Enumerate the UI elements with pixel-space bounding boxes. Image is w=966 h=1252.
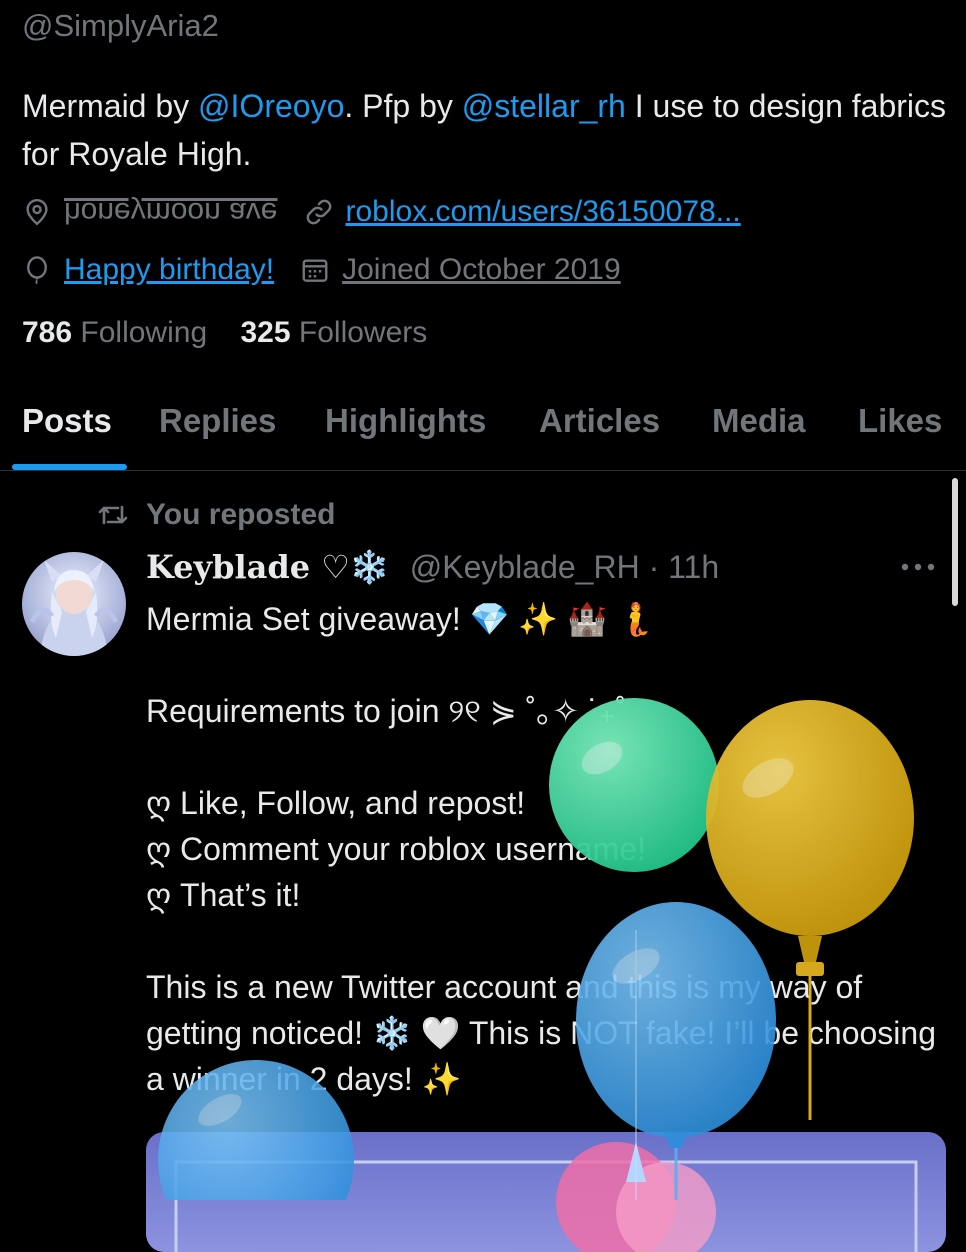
bio-text-1: Mermaid by (22, 88, 199, 124)
repost-label: You reposted (146, 498, 336, 531)
post-media[interactable] (146, 1132, 946, 1252)
tab-articles[interactable]: Articles (539, 402, 660, 440)
following-label: Following (80, 316, 208, 349)
bio-text-2: . Pfp by (344, 88, 462, 124)
profile-handle: @SimplyAria2 (22, 8, 219, 43)
location-text: honeymoon ave (64, 196, 278, 229)
joined-date: Joined October 2019 (342, 253, 621, 286)
tab-highlights[interactable]: Highlights (325, 402, 486, 440)
following-count: 786 (22, 316, 73, 349)
repost-indicator: You reposted (96, 498, 335, 532)
profile-meta-row-1: honeymoon ave roblox.com/users/36150078.… (22, 192, 767, 232)
author-handle-time[interactable]: @Keyblade_RH · 11h (410, 549, 719, 586)
bio-mention-1[interactable]: @IOreoyo (198, 88, 344, 124)
tab-likes[interactable]: Likes (858, 402, 942, 440)
followers-link[interactable]: 325 Followers (240, 316, 427, 349)
joined-item: Joined October 2019 (300, 253, 621, 287)
author-name[interactable]: Keyblade ♡❄️ (146, 548, 390, 586)
website-link[interactable]: roblox.com/users/36150078... (346, 195, 741, 229)
tab-media[interactable]: Media (712, 402, 806, 440)
followers-label: Followers (298, 316, 428, 349)
website-item[interactable]: roblox.com/users/36150078... (304, 195, 741, 229)
link-icon (304, 197, 334, 227)
calendar-icon (300, 255, 330, 285)
profile-counts: 786 Following 325 Followers (22, 316, 427, 350)
birthday-item[interactable]: Happy birthday! (22, 253, 274, 287)
post-text: Mermia Set giveaway! 💎 ✨ 🏰 🧜 Requirement… (146, 601, 936, 1097)
post-author-row: Keyblade ♡❄️ @Keyblade_RH · 11h (146, 548, 719, 586)
repost-icon (96, 501, 130, 529)
birthday-link[interactable]: Happy birthday! (64, 253, 274, 287)
location-item: honeymoon ave (22, 195, 278, 229)
tab-replies[interactable]: Replies (159, 402, 276, 440)
profile-meta-row-2: Happy birthday! Joined October 2019 (22, 250, 647, 290)
active-tab-indicator (12, 464, 127, 470)
post-avatar[interactable] (22, 552, 126, 656)
balloon-icon (22, 255, 52, 285)
location-icon (22, 197, 52, 227)
following-link[interactable]: 786 Following (22, 316, 207, 349)
profile-tabs: Posts Replies Highlights Articles Media … (0, 392, 966, 471)
bio-mention-2[interactable]: @stellar_rh (462, 88, 626, 124)
more-icon[interactable] (898, 560, 938, 572)
scrollbar[interactable] (952, 478, 958, 606)
followers-count: 325 (240, 316, 291, 349)
tab-posts[interactable]: Posts (22, 402, 112, 440)
profile-bio: Mermaid by @IOreoyo. Pfp by @stellar_rh … (22, 82, 952, 178)
